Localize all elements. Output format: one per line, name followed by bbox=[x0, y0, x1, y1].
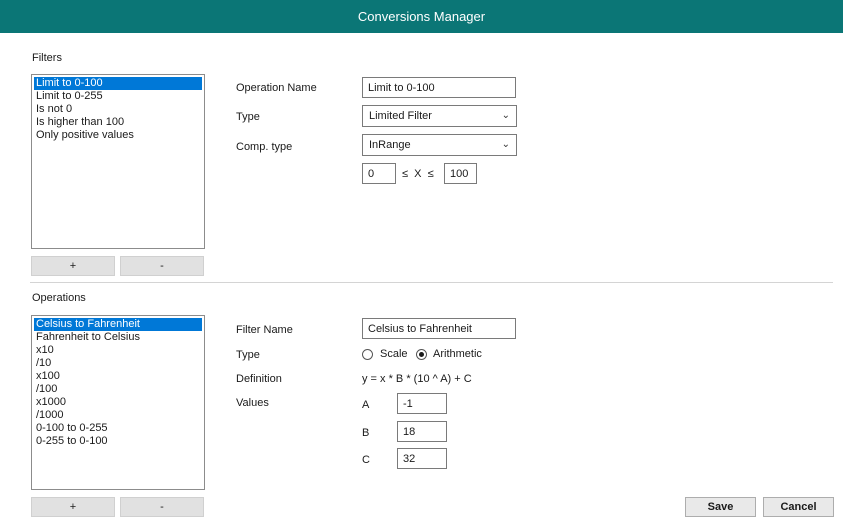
operation-type-label: Type bbox=[236, 349, 260, 361]
section-divider bbox=[30, 282, 833, 283]
filter-type-value: Limited Filter bbox=[369, 110, 432, 122]
value-c-input[interactable] bbox=[397, 448, 447, 469]
filters-list-item[interactable]: Limit to 0-100 bbox=[34, 77, 202, 90]
filters-add-button[interactable]: + bbox=[31, 256, 115, 276]
definition-value: y = x * B * (10 ^ A) + C bbox=[362, 373, 472, 385]
value-a-input[interactable] bbox=[397, 393, 447, 414]
arithmetic-radio-label[interactable]: Arithmetic bbox=[433, 347, 482, 361]
cancel-button[interactable]: Cancel bbox=[763, 497, 834, 517]
window-title: Conversions Manager bbox=[357, 9, 486, 24]
filters-list-item[interactable]: Is not 0 bbox=[34, 103, 202, 116]
operations-list-item[interactable]: x1000 bbox=[34, 396, 202, 409]
window-title-bar: Conversions Manager bbox=[0, 0, 843, 33]
values-label: Values bbox=[236, 397, 269, 409]
value-b-input[interactable] bbox=[397, 421, 447, 442]
filter-name-label: Filter Name bbox=[236, 324, 293, 336]
chevron-down-icon: ⌄ bbox=[501, 139, 510, 150]
value-c-label: C bbox=[362, 454, 370, 466]
filter-type-select[interactable]: Limited Filter ⌄ bbox=[362, 105, 517, 127]
filter-name-input[interactable] bbox=[362, 318, 516, 339]
filters-list-item[interactable]: Is higher than 100 bbox=[34, 116, 202, 129]
radio-selected-dot bbox=[419, 352, 424, 357]
chevron-down-icon: ⌄ bbox=[501, 110, 510, 121]
filters-list-item[interactable]: Limit to 0-255 bbox=[34, 90, 202, 103]
operations-list-item[interactable]: x100 bbox=[34, 370, 202, 383]
filters-list[interactable]: Limit to 0-100 Limit to 0-255 Is not 0 I… bbox=[31, 74, 205, 249]
operations-remove-button[interactable]: - bbox=[120, 497, 204, 517]
scale-radio[interactable] bbox=[362, 349, 373, 360]
comp-type-value: InRange bbox=[369, 139, 411, 151]
operation-name-label: Operation Name bbox=[236, 82, 317, 94]
value-b-label: B bbox=[362, 427, 370, 439]
filters-list-item[interactable]: Only positive values bbox=[34, 129, 202, 142]
operations-list[interactable]: Celsius to Fahrenheit Fahrenheit to Cels… bbox=[31, 315, 205, 490]
operations-list-item[interactable]: 0-100 to 0-255 bbox=[34, 422, 202, 435]
operations-list-item[interactable]: x10 bbox=[34, 344, 202, 357]
operations-list-item[interactable]: Fahrenheit to Celsius bbox=[34, 331, 202, 344]
arithmetic-radio[interactable] bbox=[416, 349, 427, 360]
operations-list-item[interactable]: Celsius to Fahrenheit bbox=[34, 318, 202, 331]
comp-type-label: Comp. type bbox=[236, 141, 293, 153]
operations-add-button[interactable]: + bbox=[31, 497, 115, 517]
definition-label: Definition bbox=[236, 373, 282, 385]
filter-type-label: Type bbox=[236, 111, 260, 123]
operations-list-item[interactable]: 0-255 to 0-100 bbox=[34, 435, 202, 448]
operations-list-item[interactable]: /1000 bbox=[34, 409, 202, 422]
scale-radio-label[interactable]: Scale bbox=[380, 347, 408, 361]
operation-name-input[interactable] bbox=[362, 77, 516, 98]
filters-section-label: Filters bbox=[32, 52, 62, 64]
range-min-input[interactable] bbox=[362, 163, 396, 184]
comp-type-select[interactable]: InRange ⌄ bbox=[362, 134, 517, 156]
operations-section-label: Operations bbox=[32, 292, 86, 304]
range-max-input[interactable] bbox=[444, 163, 477, 184]
save-button[interactable]: Save bbox=[685, 497, 756, 517]
operations-list-item[interactable]: /10 bbox=[34, 357, 202, 370]
range-expression: ≤ X ≤ bbox=[402, 168, 434, 180]
value-a-label: A bbox=[362, 399, 370, 411]
operations-list-item[interactable]: /100 bbox=[34, 383, 202, 396]
filters-remove-button[interactable]: - bbox=[120, 256, 204, 276]
